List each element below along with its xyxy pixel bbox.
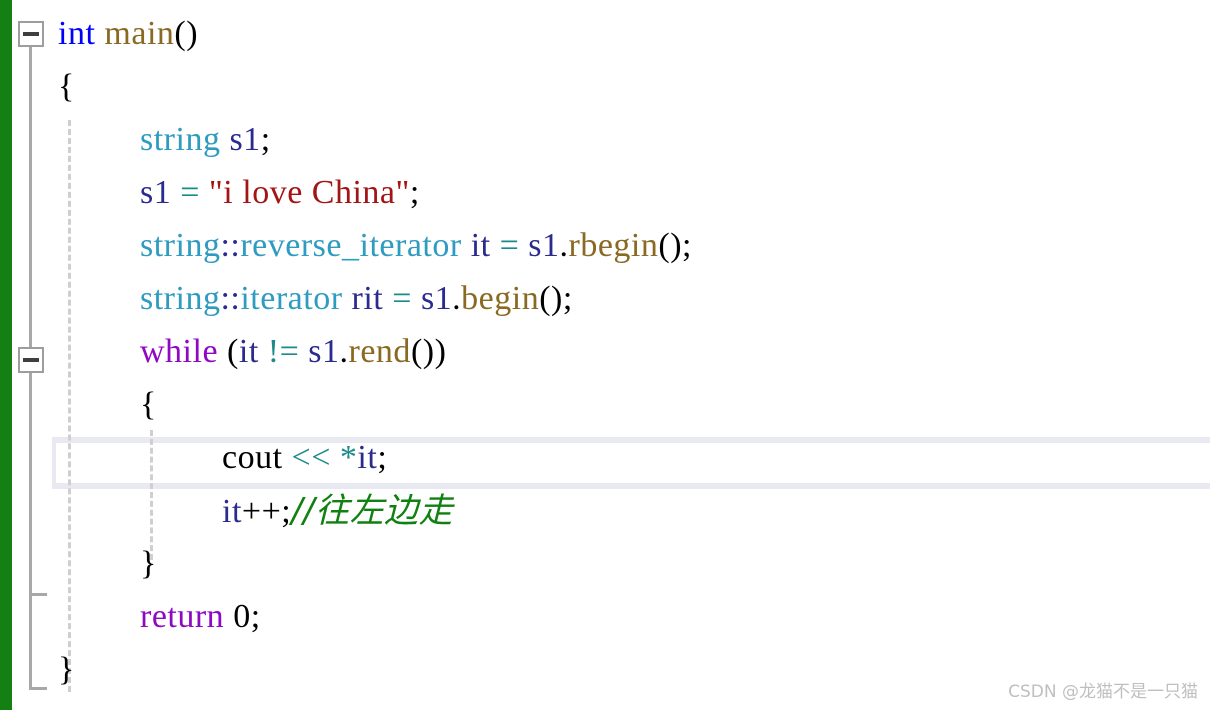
token-number-zero: 0	[233, 598, 251, 635]
token-operator-insertion: <<	[291, 439, 331, 476]
token-keyword-return: return	[140, 598, 225, 635]
code-line-10[interactable]: it++;//往左边走	[222, 494, 453, 529]
code-line-11[interactable]: }	[140, 547, 157, 581]
token-function-rend: rend	[348, 333, 411, 370]
token-dot: .	[559, 227, 569, 264]
code-line-5[interactable]: string::reverse_iterator it = s1.rbegin(…	[140, 229, 692, 263]
token-function-begin: begin	[461, 280, 540, 317]
token-scope-resolution: ::	[220, 280, 241, 317]
token-semicolon: ;	[377, 439, 388, 476]
token-semicolon: ;	[281, 493, 292, 530]
code-line-4[interactable]: s1 = "i love China";	[140, 176, 420, 210]
token-variable-s1: s1	[528, 227, 560, 264]
token-keyword-int: int	[58, 15, 96, 52]
token-open-paren: (	[227, 333, 239, 370]
watermark-text: CSDN @龙猫不是一只猫	[1008, 682, 1198, 702]
token-semicolon: ;	[409, 174, 420, 211]
code-line-9[interactable]: cout << *it;	[222, 441, 387, 475]
code-line-2[interactable]: {	[58, 70, 75, 104]
token-function-rbegin: rbegin	[568, 227, 659, 264]
token-string-literal: "i love China"	[208, 174, 410, 211]
code-line-1[interactable]: int main()	[58, 17, 198, 51]
token-variable-rit: rit	[351, 280, 384, 317]
token-parens-semicolon: ();	[539, 280, 573, 317]
code-line-7[interactable]: while (it != s1.rend())	[140, 335, 446, 369]
token-dot: .	[452, 280, 462, 317]
token-type-string: string	[140, 227, 221, 264]
token-open-brace: {	[58, 68, 75, 105]
token-close-brace: }	[58, 651, 75, 688]
token-type-string: string	[140, 121, 221, 158]
token-variable-it: it	[222, 493, 242, 530]
token-identifier-cout: cout	[222, 439, 283, 476]
token-close-parens: ())	[410, 333, 447, 370]
token-operator-assign: =	[392, 280, 412, 317]
token-open-brace: {	[140, 386, 157, 423]
token-operator-increment: ++	[241, 493, 282, 530]
code-text-layer: int main() { string s1; s1 = "i love Chi…	[0, 0, 1210, 710]
token-function-main: main	[104, 15, 175, 52]
token-variable-it: it	[238, 333, 259, 370]
token-operator-assign: =	[499, 227, 520, 264]
token-variable-s1: s1	[308, 333, 340, 370]
token-parens: ()	[174, 15, 199, 52]
token-operator-dereference: *	[339, 439, 358, 476]
token-semicolon: ;	[250, 598, 261, 635]
code-editor-view: int main() { string s1; s1 = "i love Chi…	[0, 0, 1210, 710]
code-line-8[interactable]: {	[140, 388, 157, 422]
code-line-12[interactable]: return 0;	[140, 600, 261, 634]
token-operator-assign: =	[180, 174, 200, 211]
token-type-iterator: iterator	[240, 280, 343, 317]
token-variable-it: it	[470, 227, 491, 264]
token-variable-it: it	[357, 439, 378, 476]
code-line-13[interactable]: }	[58, 653, 75, 687]
token-parens-semicolon: ();	[658, 227, 692, 264]
token-close-brace: }	[140, 545, 157, 582]
token-type-reverse-iterator: reverse_iterator	[240, 227, 462, 264]
code-line-6[interactable]: string::iterator rit = s1.begin();	[140, 282, 573, 316]
token-semicolon: ;	[260, 121, 271, 158]
token-dot: .	[339, 333, 349, 370]
token-variable-s1: s1	[229, 121, 261, 158]
token-scope-resolution: ::	[220, 227, 241, 264]
token-operator-not-equal: !=	[267, 333, 300, 370]
token-keyword-while: while	[140, 333, 219, 370]
token-comment: //往左边走	[291, 491, 454, 531]
code-line-3[interactable]: string s1;	[140, 123, 271, 157]
token-variable-s1: s1	[140, 174, 172, 211]
token-variable-s1: s1	[420, 280, 453, 317]
token-type-string: string	[140, 280, 221, 317]
